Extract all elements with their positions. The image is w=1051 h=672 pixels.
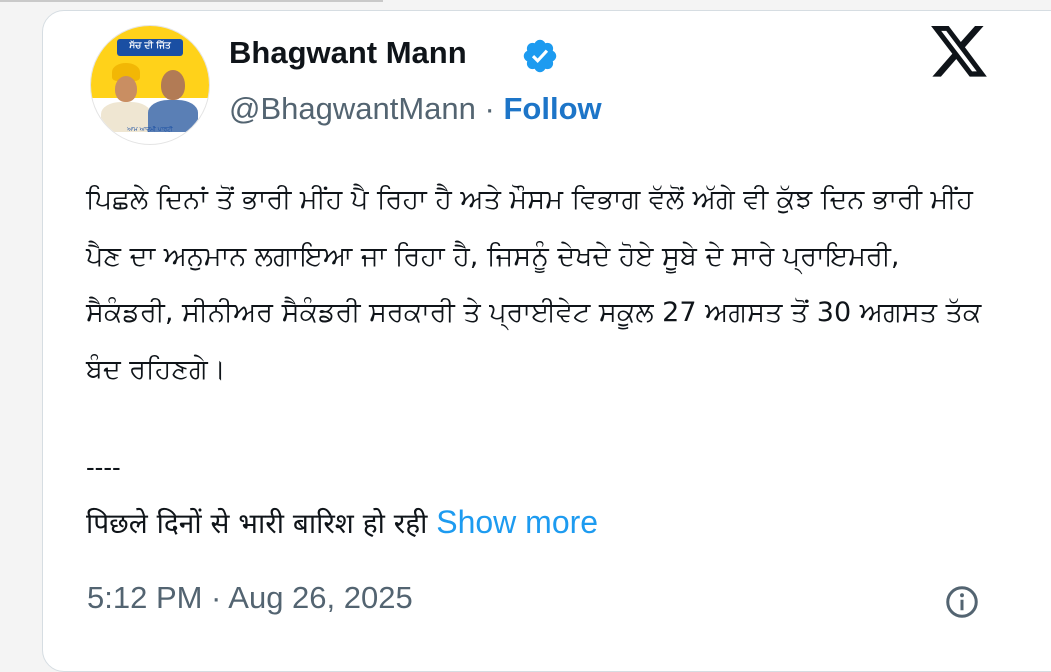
tweet-body-hindi-preview: पिछले दिनों से भारी बारिश हो रही xyxy=(86,507,428,540)
avatar-person-left-face xyxy=(115,76,137,102)
tweet-body-hindi-row: पिछले दिनों से भारी बारिश हो रही Show mo… xyxy=(86,504,598,542)
follow-button[interactable]: Follow xyxy=(503,91,601,126)
avatar-person-right-face xyxy=(161,70,185,100)
tweet-timestamp[interactable]: 5:12 PM · Aug 26, 2025 xyxy=(87,580,413,616)
avatar-party-name: ਆਮ ਆਦਮੀ ਪਾਰਟੀ xyxy=(127,126,173,133)
text-divider: ---- xyxy=(86,452,121,482)
author-handle-row: @BhagwantMann · Follow xyxy=(229,91,602,127)
author-name[interactable]: Bhagwant Mann xyxy=(229,35,467,71)
tweet-body-punjabi: ਪਿਛਲੇ ਦਿਨਾਂ ਤੋਂ ਭਾਰੀ ਮੀਂਹ ਪੈ ਰਿਹਾ ਹੈ ਅਤੇ… xyxy=(86,184,982,385)
verified-badge-icon xyxy=(523,39,557,73)
author-handle[interactable]: @BhagwantMann xyxy=(229,91,476,126)
show-more-link[interactable]: Show more xyxy=(436,504,598,540)
info-icon[interactable] xyxy=(944,584,980,620)
top-divider xyxy=(0,0,383,2)
avatar[interactable]: ਸੱਚ ਦੀ ਜਿੱਤ ਆਮ ਆਦਮੀ ਪਾਰਟੀ xyxy=(90,25,210,145)
avatar-banner xyxy=(91,26,209,98)
x-logo-icon[interactable] xyxy=(931,26,989,79)
avatar-slogan: ਸੱਚ ਦੀ ਜਿੱਤ xyxy=(129,41,171,51)
handle-separator: · xyxy=(484,91,495,126)
